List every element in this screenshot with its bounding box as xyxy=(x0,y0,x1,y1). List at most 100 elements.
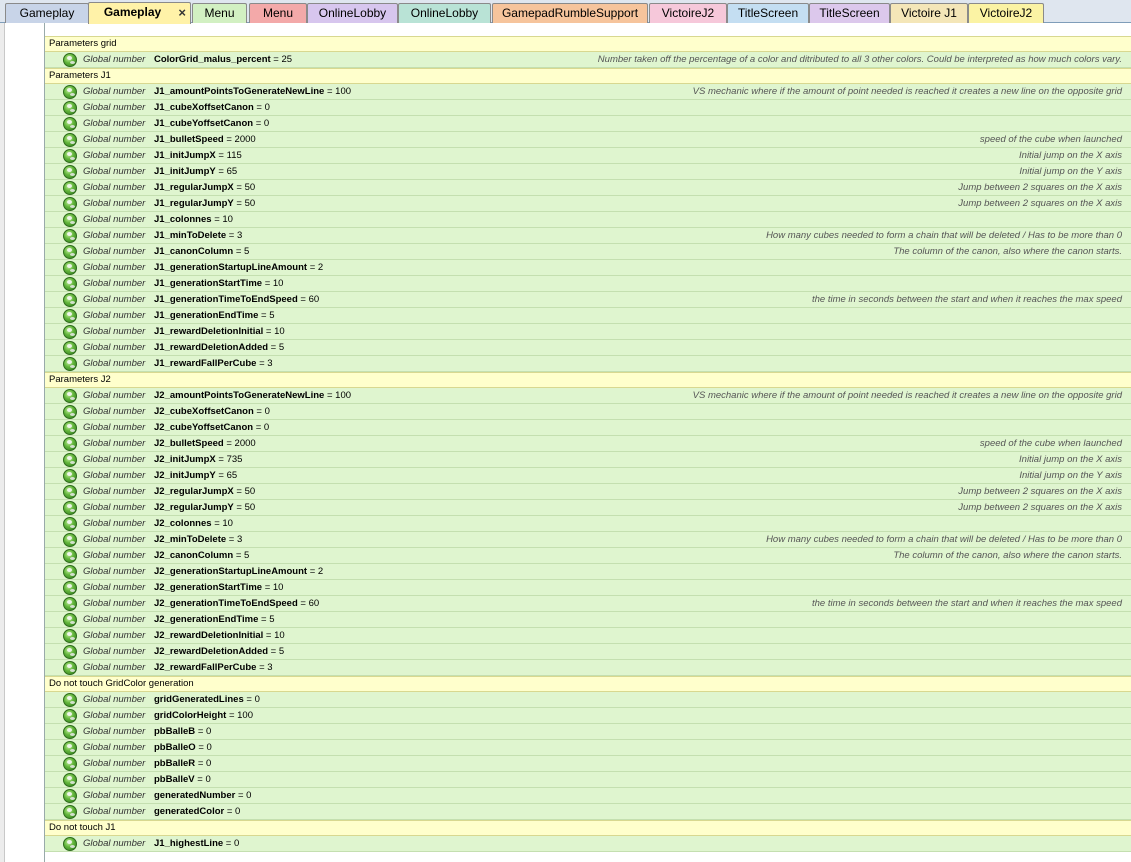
tab-titlescreen-9[interactable]: TitleScreen xyxy=(809,3,890,23)
variable-kind-label: Global number xyxy=(83,630,146,641)
variable-declaration: J1_generationStartupLineAmount = 2 xyxy=(154,260,323,275)
variable-row[interactable]: Global number J1_regularJumpX = 50 Jump be… xyxy=(45,180,1131,196)
equals-sign: = xyxy=(226,230,237,241)
variable-row[interactable]: Global number pbBalleO = 0 xyxy=(45,740,1131,756)
variable-value: 50 xyxy=(244,502,256,513)
variable-row[interactable]: Global number J2_generationStartTime = 10 xyxy=(45,580,1131,596)
variable-row[interactable]: Global number J1_minToDelete = 3 How many … xyxy=(45,228,1131,244)
comment-group-row[interactable]: Parameters J1 xyxy=(45,68,1131,84)
comment-group-row[interactable]: Parameters J2 xyxy=(45,372,1131,388)
variable-row[interactable]: Global number J2_cubeYoffsetCanon = 0 xyxy=(45,420,1131,436)
tab-gamepadrumblesupport-6[interactable]: GamepadRumbleSupport xyxy=(492,3,648,23)
variable-row[interactable]: Global number J2_canonColumn = 5 The colum… xyxy=(45,548,1131,564)
events-editor[interactable]: Parameters grid Global number ColorGrid_ma… xyxy=(0,23,1131,862)
global-variable-globe-icon xyxy=(63,421,77,435)
variable-kind-label: Global number xyxy=(83,86,146,97)
variable-kind-label: Global number xyxy=(83,406,146,417)
comment-group-row[interactable]: Do not touch J1 xyxy=(45,820,1131,836)
variable-row[interactable]: Global number J1_cubeXoffsetCanon = 0 xyxy=(45,100,1131,116)
close-tab-icon[interactable]: × xyxy=(178,4,186,22)
variable-row[interactable]: Global number pbBalleB = 0 xyxy=(45,724,1131,740)
variable-kind-label: Global number xyxy=(83,262,146,273)
comment-group-row[interactable]: Do not touch GridColor generation xyxy=(45,676,1131,692)
variable-row[interactable]: Global number J1_cubeYoffsetCanon = 0 xyxy=(45,116,1131,132)
variable-row[interactable]: Global number J1_highestLine = 0 xyxy=(45,836,1131,852)
variable-kind-label: Global number xyxy=(83,166,146,177)
variable-row[interactable]: Global number J2_colonnes = 10 xyxy=(45,516,1131,532)
equals-sign: = xyxy=(235,790,247,801)
variable-declaration: gridColorHeight = 100 xyxy=(154,708,253,723)
variable-row[interactable]: Global number J2_rewardFallPerCube = 3 xyxy=(45,660,1131,676)
tab-victoire-j1-10[interactable]: Victoire J1 xyxy=(890,3,968,23)
variable-row[interactable]: Global number J2_amountPointsToGenerateNe… xyxy=(45,388,1131,404)
tab-gameplay-0[interactable]: Gameplay xyxy=(5,3,89,23)
variable-row[interactable]: Global number J2_regularJumpY = 50 Jump be… xyxy=(45,500,1131,516)
variable-row[interactable]: Global number J1_generationStartTime = 10 xyxy=(45,276,1131,292)
variable-row[interactable]: Global number J1_colonnes = 10 xyxy=(45,212,1131,228)
event-rows: Parameters grid Global number ColorGrid_ma… xyxy=(45,36,1131,852)
variable-kind-label: Global number xyxy=(83,102,146,113)
variable-comment: VS mechanic where if the amount of point… xyxy=(692,390,1122,401)
variable-row[interactable]: Global number J2_bulletSpeed = 2000 speed … xyxy=(45,436,1131,452)
variable-row[interactable]: Global number ColorGrid_malus_percent = 2… xyxy=(45,52,1131,68)
tab-menu-3[interactable]: Menu xyxy=(249,3,307,23)
tab-onlinelobby-4[interactable]: OnlineLobby xyxy=(307,3,398,23)
variable-row[interactable]: Global number pbBalleR = 0 xyxy=(45,756,1131,772)
variable-row[interactable]: Global number J1_rewardDeletionInitial = … xyxy=(45,324,1131,340)
variable-row[interactable]: Global number J2_initJumpY = 65 Initial ju… xyxy=(45,468,1131,484)
variable-row[interactable]: Global number J2_generationStartupLineAmo… xyxy=(45,564,1131,580)
tab-menu-2[interactable]: Menu xyxy=(192,3,247,23)
variable-value: 2 xyxy=(317,566,324,577)
variable-row[interactable]: Global number J1_generationTimeToEndSpeed… xyxy=(45,292,1131,308)
variable-declaration: J2_rewardDeletionAdded = 5 xyxy=(154,644,284,659)
variable-row[interactable]: Global number J2_generationEndTime = 5 xyxy=(45,612,1131,628)
tab-victoirej2-11[interactable]: VictoireJ2 xyxy=(968,3,1044,23)
equals-sign: = xyxy=(253,118,264,129)
variable-row[interactable]: Global number pbBalleV = 0 xyxy=(45,772,1131,788)
variable-kind-label: Global number xyxy=(83,566,146,577)
variable-declaration: J2_canonColumn = 5 xyxy=(154,548,249,563)
tab-gameplay-1[interactable]: Gameplay × xyxy=(88,2,191,24)
comment-group-row[interactable]: Parameters grid xyxy=(45,36,1131,52)
tab-onlinelobby-5[interactable]: OnlineLobby xyxy=(398,3,491,23)
variable-value: 60 xyxy=(308,294,320,305)
variable-row[interactable]: Global number J1_rewardDeletionAdded = 5 xyxy=(45,340,1131,356)
variable-row[interactable]: Global number J1_bulletSpeed = 2000 speed … xyxy=(45,132,1131,148)
variable-row[interactable]: Global number J2_generationTimeToEndSpeed… xyxy=(45,596,1131,612)
variable-kind-label: Global number xyxy=(83,518,146,529)
variable-name: J1_initJumpY xyxy=(154,166,216,177)
variable-row[interactable]: Global number J1_regularJumpY = 50 Jump be… xyxy=(45,196,1131,212)
variable-row[interactable]: Global number J1_generationStartupLineAmo… xyxy=(45,260,1131,276)
variable-value: 10 xyxy=(272,278,284,289)
variable-comment: Jump between 2 squares on the X axis xyxy=(958,198,1122,209)
tab-titlescreen-8[interactable]: TitleScreen xyxy=(727,3,809,23)
equals-sign: = xyxy=(253,406,265,417)
variable-row[interactable]: Global number J1_initJumpY = 65 Initial ju… xyxy=(45,164,1131,180)
variable-row[interactable]: Global number J2_regularJumpX = 50 Jump be… xyxy=(45,484,1131,500)
variable-row[interactable]: Global number J2_initJumpX = 735 Initial j… xyxy=(45,452,1131,468)
variable-row[interactable]: Global number J1_initJumpX = 115 Initial j… xyxy=(45,148,1131,164)
variable-value: 5 xyxy=(278,646,285,657)
variable-declaration: J2_regularJumpX = 50 xyxy=(154,484,255,499)
variable-row[interactable]: Global number J2_rewardDeletionAdded = 5 xyxy=(45,644,1131,660)
variable-row[interactable]: Global number J1_generationEndTime = 5 xyxy=(45,308,1131,324)
variable-row[interactable]: Global number J1_rewardFallPerCube = 3 xyxy=(45,356,1131,372)
variable-row[interactable]: Global number gridGeneratedLines = 0 xyxy=(45,692,1131,708)
variable-row[interactable]: Global number gridColorHeight = 100 xyxy=(45,708,1131,724)
tab-label: Menu xyxy=(204,6,235,20)
global-variable-globe-icon xyxy=(63,693,77,707)
variable-name: J1_colonnes xyxy=(154,214,212,225)
variable-row[interactable]: Global number generatedColor = 0 xyxy=(45,804,1131,820)
variable-row[interactable]: Global number generatedNumber = 0 xyxy=(45,788,1131,804)
tab-victoirej2-7[interactable]: VictoireJ2 xyxy=(649,3,727,23)
global-variable-globe-icon xyxy=(63,501,77,515)
variable-comment: Jump between 2 squares on the X axis xyxy=(958,182,1122,193)
variable-row[interactable]: Global number J2_rewardDeletionInitial = … xyxy=(45,628,1131,644)
variable-kind-label: Global number xyxy=(83,230,146,241)
tab-label: Gameplay xyxy=(103,5,162,19)
variable-row[interactable]: Global number J2_minToDelete = 3 How many … xyxy=(45,532,1131,548)
variable-kind-label: Global number xyxy=(83,534,146,545)
variable-row[interactable]: Global number J2_cubeXoffsetCanon = 0 xyxy=(45,404,1131,420)
variable-row[interactable]: Global number J1_canonColumn = 5 The colum… xyxy=(45,244,1131,260)
variable-row[interactable]: Global number J1_amountPointsToGenerateNe… xyxy=(45,84,1131,100)
